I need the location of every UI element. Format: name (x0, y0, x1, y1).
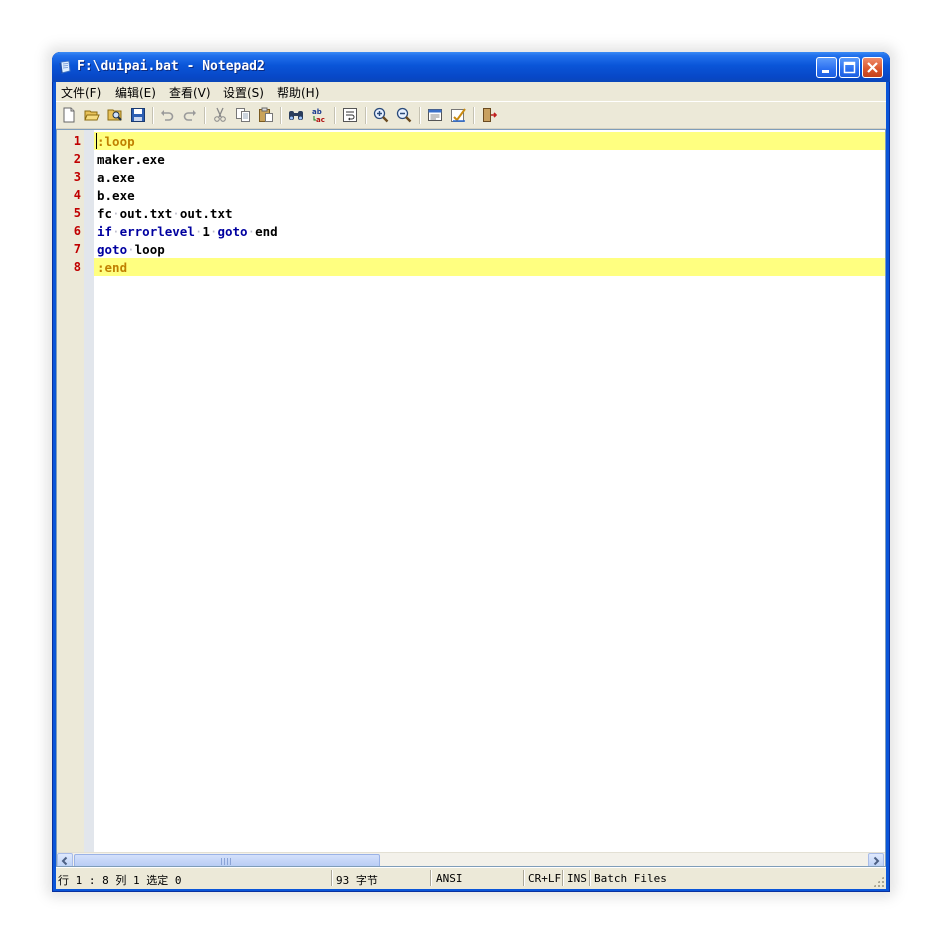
line-number: 6 (73, 224, 81, 238)
toolbar-separator (473, 107, 475, 124)
word-wrap-icon[interactable] (342, 107, 358, 123)
line-number: 2 (73, 152, 81, 166)
scheme-icon[interactable] (427, 107, 443, 123)
customize-icon[interactable] (450, 107, 466, 123)
menu-view[interactable]: 查看(V) (169, 84, 211, 101)
line-number: 1 (73, 134, 81, 148)
cut-icon[interactable] (212, 107, 228, 123)
line-number: 7 (73, 242, 81, 256)
toolbar-separator (204, 107, 206, 124)
line-text: if·errorlevel·1·goto·end (97, 224, 278, 239)
svg-text:ab: ab (312, 108, 322, 116)
line-text: goto·loop (97, 242, 165, 257)
menu-bar: 文件(F) 编辑(E) 查看(V) 设置(S) 帮助(H) (56, 82, 886, 101)
menu-settings[interactable]: 设置(S) (223, 84, 264, 101)
close-icon (867, 62, 878, 73)
text-caret (96, 133, 97, 149)
arrow-right-icon (873, 856, 880, 866)
window-client-area: 文件(F) 编辑(E) 查看(V) 设置(S) 帮助(H) ab ac 1:l… (56, 82, 886, 889)
toolbar-separator (334, 107, 336, 124)
scroll-thumb[interactable] (74, 854, 380, 866)
status-position: 行 1 : 8 列 1 选定 0 (58, 874, 182, 887)
line-text: :loop (97, 134, 135, 149)
line-number: 5 (73, 206, 81, 220)
code-line: 7 goto·loop (57, 240, 885, 258)
zoom-in-icon[interactable] (373, 107, 389, 123)
toolbar-separator (280, 107, 282, 124)
status-bar: 行 1 : 8 列 1 选定 0 93 字节 ANSI CR+LF INS Ba… (56, 867, 886, 889)
svg-text:ac: ac (316, 116, 325, 123)
menu-file[interactable]: 文件(F) (61, 84, 101, 101)
line-text: fc·out.txt·out.txt (97, 206, 233, 221)
window-title: F:\duipai.bat - Notepad2 (77, 59, 265, 74)
resize-grip[interactable] (873, 876, 884, 887)
paste-icon[interactable] (258, 107, 274, 123)
find-icon[interactable] (288, 107, 304, 123)
browse-icon[interactable] (107, 107, 123, 123)
exit-icon[interactable] (481, 107, 497, 123)
toolbar: ab ac (56, 101, 886, 129)
maximize-button[interactable] (839, 57, 860, 78)
status-encoding[interactable]: ANSI (436, 872, 463, 885)
notepad-app-icon (59, 60, 71, 74)
status-insert-mode[interactable]: INS (567, 872, 587, 885)
code-line: 6 if·errorlevel·1·goto·end (57, 222, 885, 240)
line-text: maker.exe (97, 152, 165, 167)
new-file-icon[interactable] (61, 107, 77, 123)
toolbar-separator (152, 107, 154, 124)
minimize-button[interactable] (816, 57, 837, 78)
text-editor[interactable]: 1 :loop 2 maker.exe 3 a.exe 4 b.exe 5 fc… (56, 129, 886, 867)
replace-icon[interactable]: abac (311, 107, 327, 123)
status-separator (562, 870, 564, 886)
line-text: a.exe (97, 170, 135, 185)
scroll-left-button[interactable] (57, 853, 73, 866)
line-text: b.exe (97, 188, 135, 203)
menu-help[interactable]: 帮助(H) (277, 84, 319, 101)
horizontal-scrollbar[interactable] (57, 852, 885, 866)
copy-icon[interactable] (235, 107, 251, 123)
code-line: 4 b.exe (57, 186, 885, 204)
toolbar-separator (419, 107, 421, 124)
minimize-icon (822, 70, 829, 73)
status-line-endings[interactable]: CR+LF (528, 872, 561, 885)
status-separator (430, 870, 432, 886)
undo-icon[interactable] (159, 107, 175, 123)
toolbar-separator (365, 107, 367, 124)
code-line: 1 :loop (57, 132, 885, 150)
status-separator (523, 870, 525, 886)
save-icon[interactable] (130, 107, 146, 123)
title-bar[interactable]: F:\duipai.bat - Notepad2 (52, 52, 890, 82)
line-number: 3 (73, 170, 81, 184)
menu-edit[interactable]: 编辑(E) (115, 84, 156, 101)
close-button[interactable] (862, 57, 883, 78)
arrow-left-icon (61, 856, 68, 866)
status-separator (589, 870, 591, 886)
zoom-out-icon[interactable] (396, 107, 412, 123)
line-number: 4 (73, 188, 81, 202)
code-line: 3 a.exe (57, 168, 885, 186)
status-size: 93 字节 (336, 874, 378, 887)
status-lexer[interactable]: Batch Files (594, 872, 667, 885)
notepad2-window: F:\duipai.bat - Notepad2 文件(F) 编辑(E) 查看(… (52, 52, 890, 892)
code-line: 8 :end (57, 258, 885, 276)
line-text: :end (97, 260, 128, 275)
status-separator (331, 870, 333, 886)
code-line: 5 fc·out.txt·out.txt (57, 204, 885, 222)
open-folder-icon[interactable] (84, 107, 100, 123)
scroll-right-button[interactable] (868, 853, 884, 866)
maximize-icon (843, 61, 856, 74)
line-number: 8 (73, 260, 81, 274)
code-line: 2 maker.exe (57, 150, 885, 168)
redo-icon[interactable] (182, 107, 198, 123)
